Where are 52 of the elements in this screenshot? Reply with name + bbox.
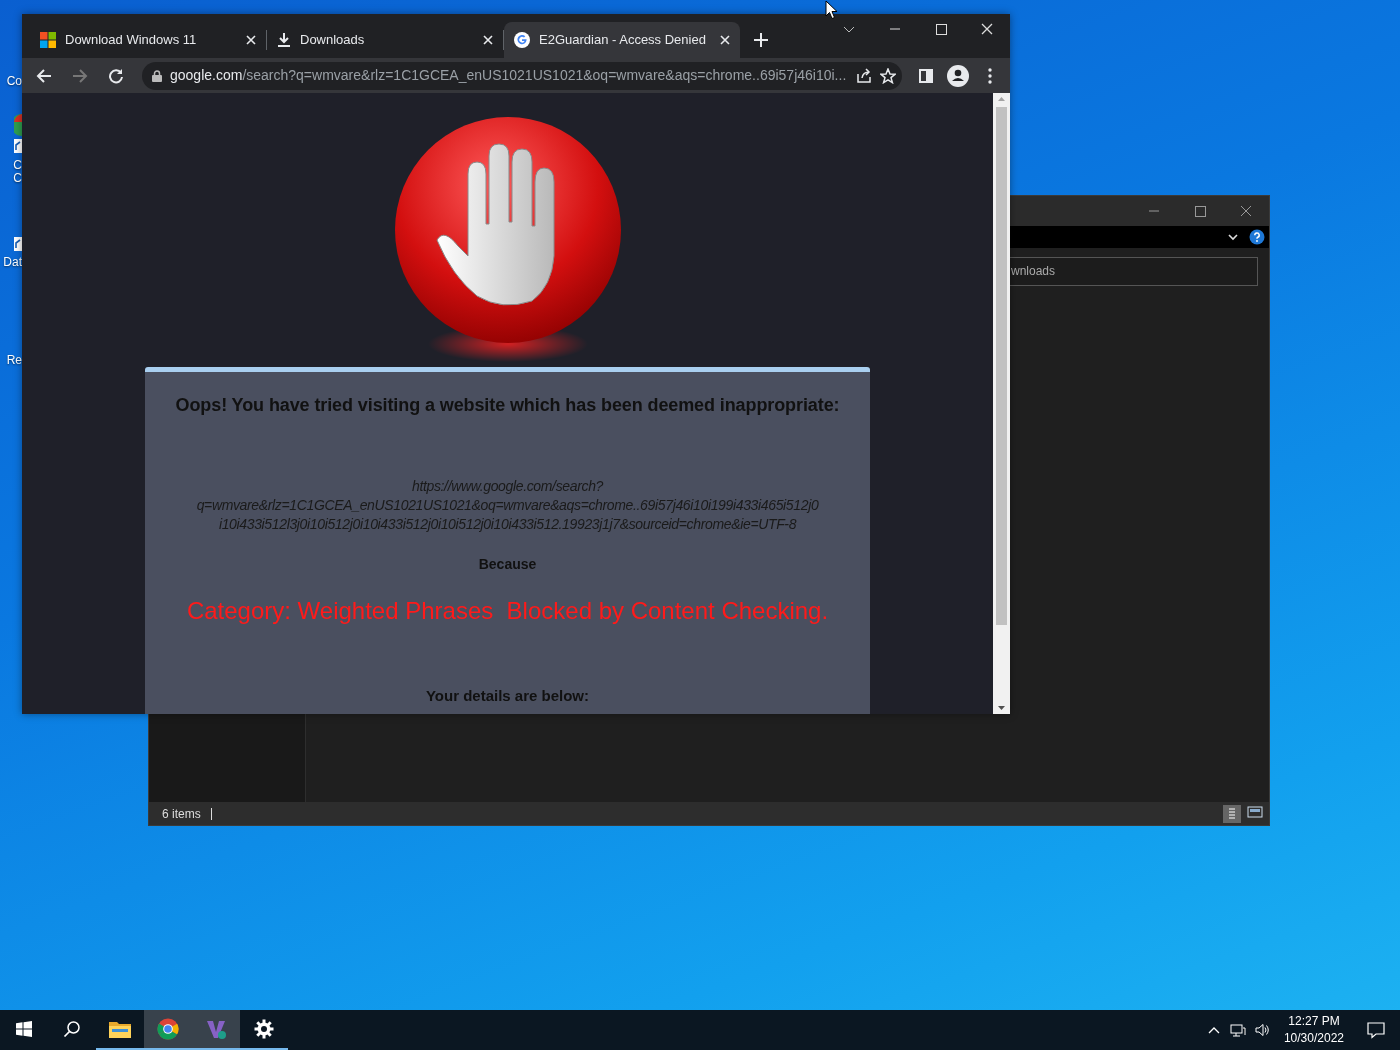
google-icon [514,32,530,48]
thumbnails-view-icon[interactable] [1247,804,1263,819]
scroll-thumb[interactable] [996,107,1007,625]
lock-icon [152,69,162,82]
windows-logo-icon [16,1021,32,1037]
close-icon[interactable] [483,35,493,45]
chevron-down-icon[interactable] [1227,232,1239,242]
browser-tab[interactable]: Download Windows 11 [30,22,266,58]
close-icon[interactable] [246,35,256,45]
clock-date: 10/30/2022 [1283,1030,1344,1047]
search-icon [63,1020,81,1038]
new-tab-icon[interactable] [754,33,768,47]
chrome-icon [157,1018,179,1040]
star-icon[interactable] [880,67,896,84]
shortcut-icon[interactable] [14,139,22,153]
help-icon[interactable] [1249,229,1265,245]
desktop-icon-label[interactable]: C [13,158,22,172]
mouse-cursor-icon [825,0,838,20]
because-label: Because [477,555,538,574]
block-reason: Category: Weighted Phrases Blocked by Content Checking. [185,596,830,626]
clock-time: 12:27 PM [1287,1013,1341,1030]
shortcut-icon[interactable] [14,237,22,251]
desktop-icon-label[interactable]: Re [6,353,22,367]
desktop-icon-label[interactable]: C [13,171,22,185]
item-count: 6 items [162,805,201,823]
clock[interactable]: 12:27 PM 10/30/2022 [1273,1013,1354,1047]
address-text: wnloads [1011,263,1057,280]
network-icon[interactable] [1229,1022,1246,1038]
desktop-icon-label[interactable]: Dat [3,255,22,269]
address-field[interactable]: wnloads [1010,256,1258,286]
back-arrow-icon[interactable] [36,67,52,84]
details-heading: Your details are below: [424,686,591,706]
studio-icon [205,1018,227,1040]
blocked-url: https://www.google.com/search? q=wmvare&rlz=1C1GCEA_enUS1021US1021&oq=wmvare&aqs=chrome..69i57j46i10i199i433i465i512j0 i10i433i512l3j0i10i512j0i10i433i512j0i10i512j0i10i433i512.19923j1j7&sourceid=chrome&ie=UTF-8 [195,477,820,534]
browser-tab[interactable]: E2Guardian - Access Denied [504,22,740,58]
share-icon[interactable] [856,67,872,84]
download-icon [277,32,291,48]
notifications-icon[interactable] [1366,1020,1386,1040]
address-bar[interactable]: google.com/search?q=wmvare&rlz=1C1GCEA_enUS1021US1021&oq=wmvare&aqs=chrome..69i57j46i10i... [142,61,902,90]
details-view-icon[interactable] [1223,804,1241,823]
settings-icon [254,1019,274,1039]
windows-logo-icon [40,32,56,48]
volume-icon[interactable] [1253,1022,1270,1038]
forward-arrow-icon [72,67,88,84]
reload-icon[interactable] [108,67,124,84]
address-text: google.com/search?q=wmvare&rlz=1C1GCEA_enUS1021US1021&oq=wmvare&aqs=chrome..69i57j46i10i... [170,66,848,85]
folder-icon [109,1020,131,1038]
scrollbar[interactable] [993,93,1010,714]
close-icon[interactable] [720,35,730,45]
message-heading: Oops! You have tried visiting a website which has been deemed inappropriate: [174,394,841,417]
browser-tab[interactable]: Downloads [267,22,503,58]
desktop-icon-label[interactable]: Co [6,74,22,88]
